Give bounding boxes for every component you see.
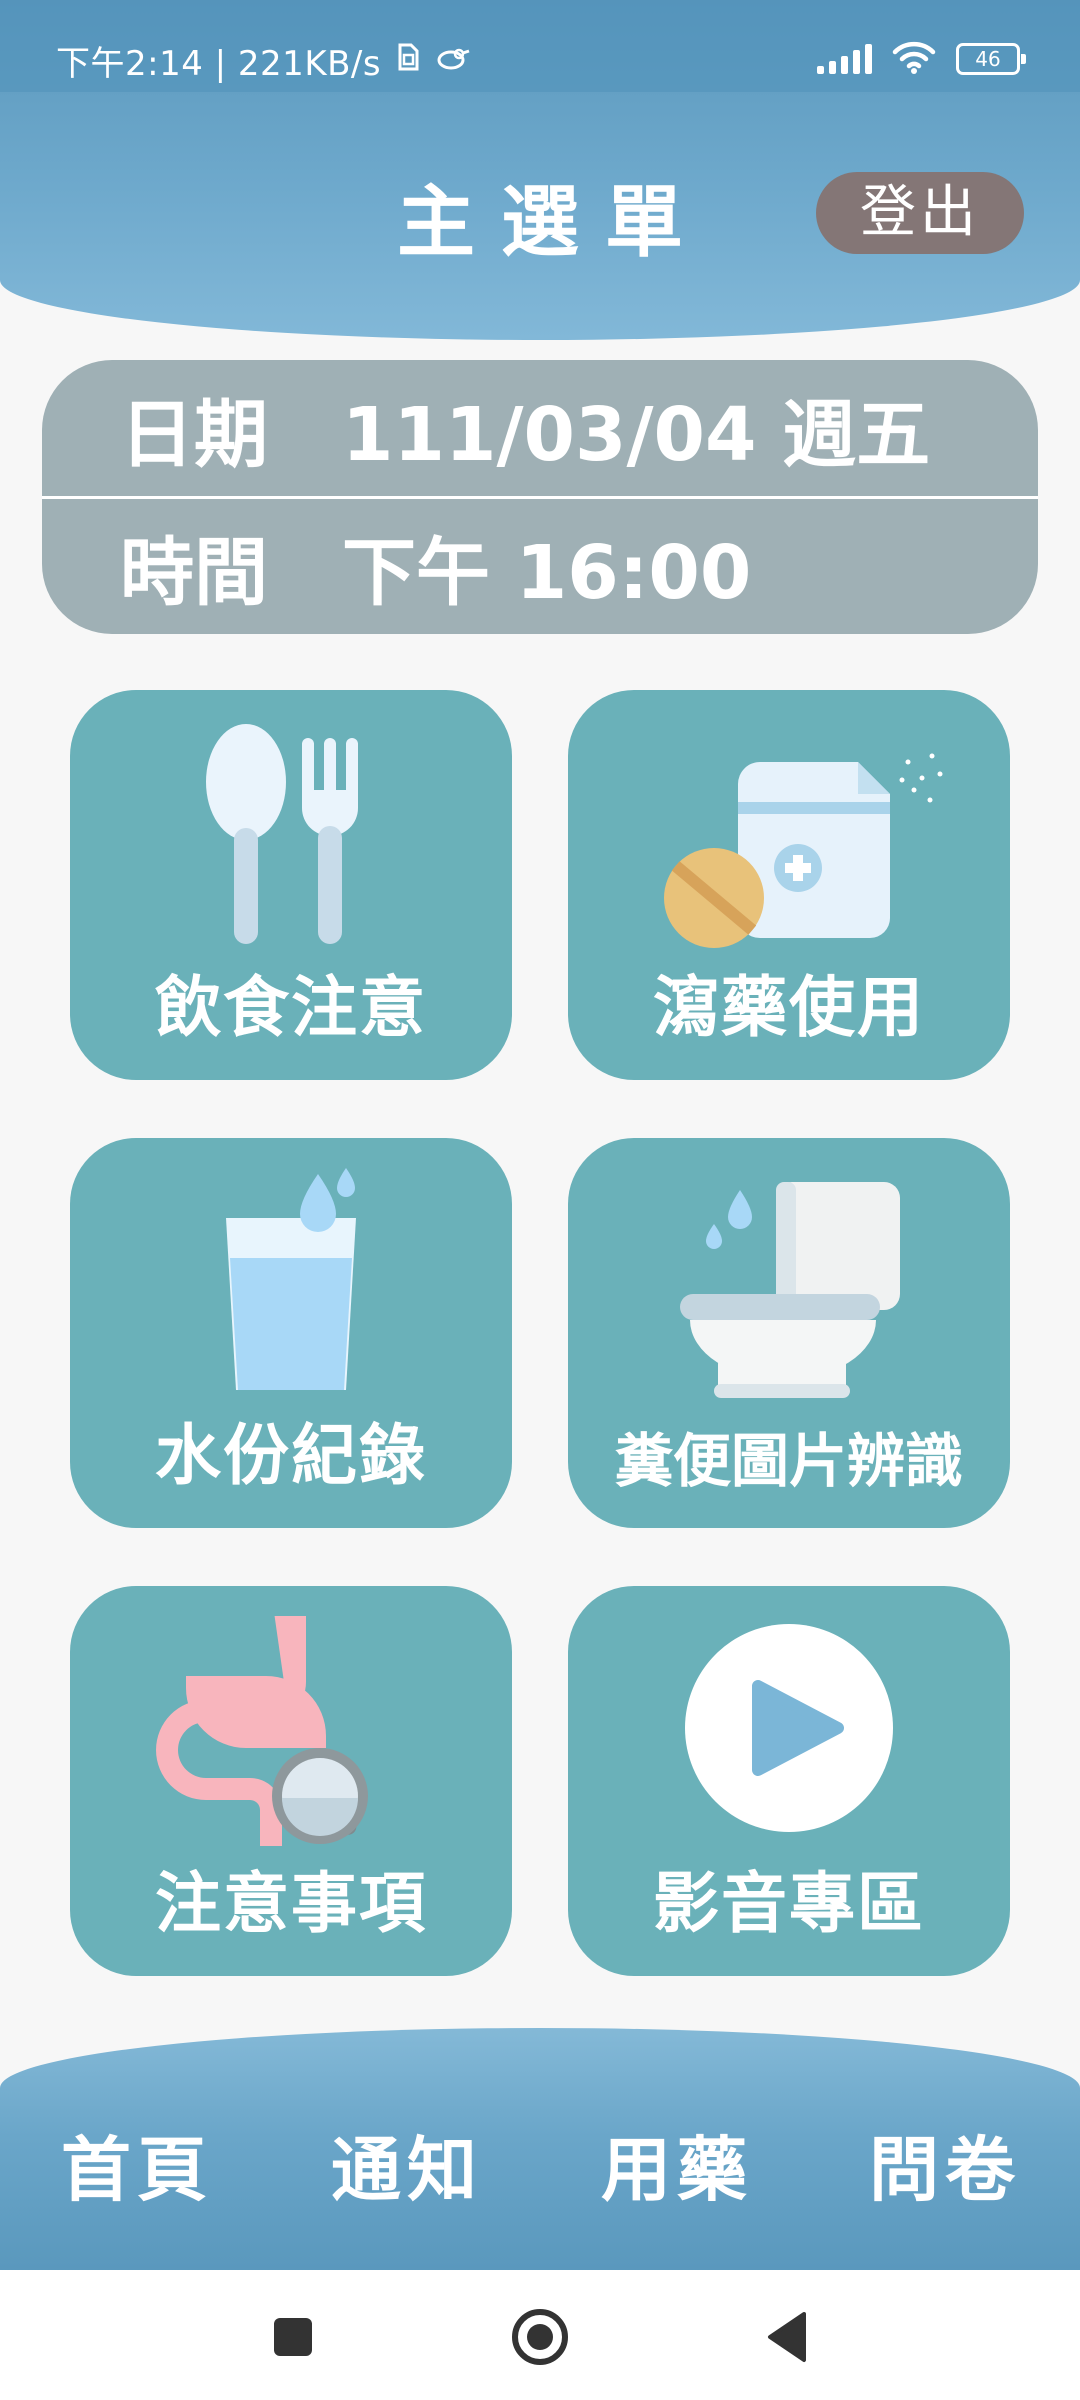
notification-bird-icon xyxy=(435,41,471,81)
date-value: 111/03/04 週五 xyxy=(342,391,931,478)
date-row: 日期 111/03/04 週五 xyxy=(42,360,1038,496)
nav-home[interactable]: 首頁 xyxy=(2,2114,272,2215)
battery-icon: 46 xyxy=(956,43,1026,75)
time-row: 時間 下午 16:00 xyxy=(42,498,1038,634)
logout-button[interactable]: 登出 xyxy=(816,172,1024,254)
play-icon xyxy=(568,1616,1010,1846)
medicine-packet-icon xyxy=(568,720,1010,950)
status-time-speed: 下午2:14 | 221KB/s xyxy=(56,44,382,84)
datetime-panel: 日期 111/03/04 週五 時間 下午 16:00 xyxy=(42,360,1038,634)
nav-medication[interactable]: 用藥 xyxy=(542,2114,812,2215)
video-label: 影音專區 xyxy=(653,1865,925,1942)
date-label: 日期 xyxy=(120,391,268,478)
intestine-magnifier-icon xyxy=(70,1612,512,1850)
bottom-nav: 首頁 通知 用藥 問卷 xyxy=(0,2028,1080,2270)
status-bar: 下午2:14 | 221KB/s 46 xyxy=(0,0,1080,92)
system-nav-bar xyxy=(0,2270,1080,2400)
recent-apps-button[interactable] xyxy=(258,2302,328,2372)
stool-label: 糞便圖片辨識 xyxy=(614,1427,963,1495)
main-menu-screen: 下午2:14 | 221KB/s 46 主選單 登出 日期 111/03/04 … xyxy=(0,0,1080,2400)
water-glass-icon xyxy=(70,1168,512,1398)
time-label: 時間 xyxy=(120,529,268,616)
water-label: 水份紀錄 xyxy=(155,1417,427,1494)
sim-icon xyxy=(395,41,421,81)
status-right: 46 xyxy=(817,40,1026,78)
laxative-tile[interactable]: 瀉藥使用 xyxy=(568,690,1010,1080)
header: 下午2:14 | 221KB/s 46 主選單 登出 xyxy=(0,0,1080,340)
time-value: 下午 16:00 xyxy=(342,529,752,616)
notes-tile[interactable]: 注意事項 xyxy=(70,1586,512,1976)
home-button[interactable] xyxy=(505,2302,575,2372)
status-left: 下午2:14 | 221KB/s xyxy=(56,36,471,85)
spoon-fork-icon xyxy=(70,720,512,950)
notes-label: 注意事項 xyxy=(155,1865,427,1942)
toilet-icon xyxy=(568,1168,1010,1398)
video-tile[interactable]: 影音專區 xyxy=(568,1586,1010,1976)
laxative-label: 瀉藥使用 xyxy=(653,969,925,1046)
diet-label: 飲食注意 xyxy=(155,969,427,1046)
wifi-icon xyxy=(892,40,936,78)
nav-survey[interactable]: 問卷 xyxy=(810,2114,1080,2215)
back-button[interactable] xyxy=(752,2302,822,2372)
water-tile[interactable]: 水份紀錄 xyxy=(70,1138,512,1528)
stool-tile[interactable]: 糞便圖片辨識 xyxy=(568,1138,1010,1528)
signal-icon xyxy=(817,44,872,74)
diet-tile[interactable]: 飲食注意 xyxy=(70,690,512,1080)
nav-notify[interactable]: 通知 xyxy=(272,2114,542,2215)
